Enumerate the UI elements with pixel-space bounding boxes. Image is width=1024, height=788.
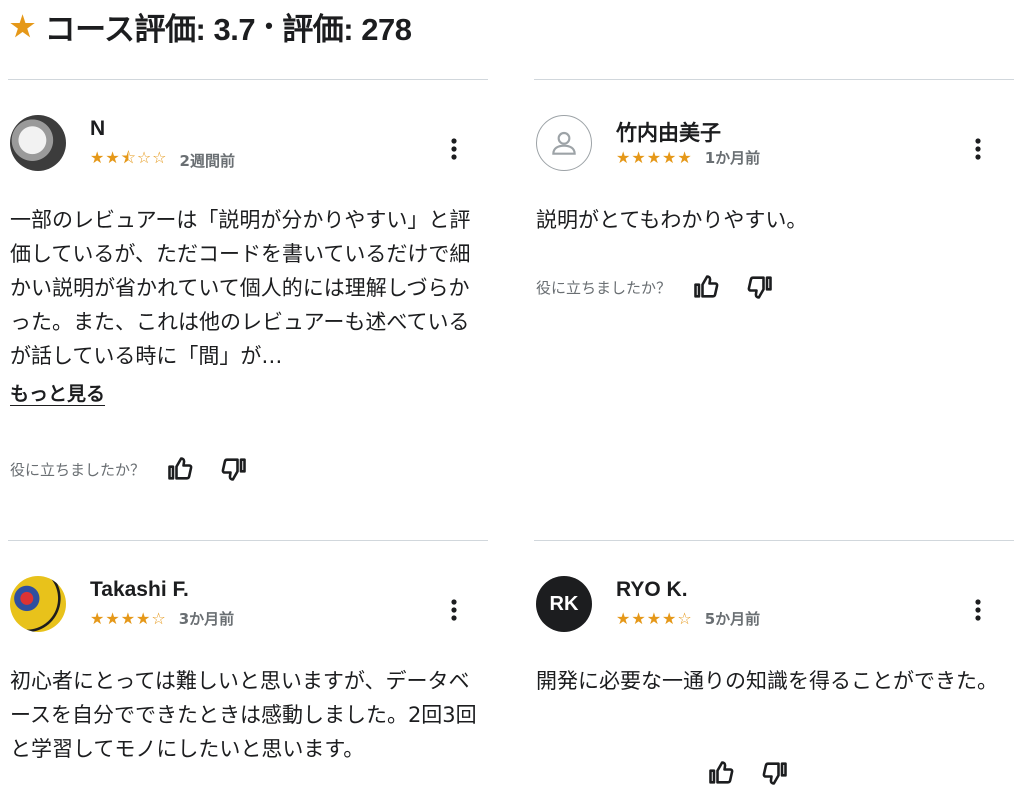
star-rating: ★★★★☆ bbox=[90, 609, 167, 628]
helpful-question: 役に立ちましたか？ bbox=[10, 460, 146, 479]
rating-count-label: 評価: 278 bbox=[282, 11, 412, 47]
review-time: 2週間前 bbox=[179, 152, 235, 170]
review-text: 開発に必要な一通りの知識を得ることができた。 bbox=[536, 669, 998, 693]
divider bbox=[8, 540, 488, 541]
review-time: 5か月前 bbox=[704, 610, 761, 628]
user-icon bbox=[552, 131, 576, 155]
header-separator: • bbox=[265, 13, 273, 38]
star-rating: ★★★★☆ bbox=[616, 609, 693, 628]
review-card: Takashi F. ★★★★☆ 3か月前 初心者にとっては難しいと思いますが、… bbox=[8, 540, 490, 761]
review-card: 竹内由美子 ★★★★★ 1か月前 説明がとてもわかりやすい。 役に立ちましたか？ bbox=[534, 79, 1016, 299]
divider bbox=[8, 79, 488, 80]
avatar bbox=[10, 576, 66, 632]
helpful-prompt bbox=[706, 758, 814, 788]
review-meta: ★★⯪☆☆ 2週間前 bbox=[90, 147, 235, 174]
divider bbox=[534, 79, 1014, 80]
review-card: N ★★⯪☆☆ 2週間前 一部のレビュアーは「説明が分かりやすい」と評価している… bbox=[8, 79, 490, 481]
thumbs-up-icon[interactable] bbox=[706, 758, 736, 788]
thumbs-up-icon[interactable] bbox=[691, 272, 721, 302]
avatar: RK bbox=[536, 576, 592, 632]
more-options-icon[interactable] bbox=[442, 598, 466, 622]
more-options-icon[interactable] bbox=[442, 137, 466, 161]
helpful-prompt: 役に立ちましたか？ bbox=[536, 272, 799, 302]
review-text: 説明がとてもわかりやすい。 bbox=[536, 208, 808, 232]
helpful-prompt: 役に立ちましたか？ bbox=[10, 454, 273, 484]
course-rating-label: コース評価: 3.7 bbox=[44, 11, 256, 47]
avatar bbox=[536, 115, 592, 171]
show-more-link[interactable]: もっと見る bbox=[10, 379, 105, 406]
reviewer-name: RYO K. bbox=[616, 578, 688, 601]
review-text: 一部のレビュアーは「説明が分かりやすい」と評価しているが、ただコードを書いている… bbox=[10, 208, 471, 368]
review-meta: ★★★★☆ 5か月前 bbox=[616, 608, 760, 629]
review-time: 3か月前 bbox=[178, 610, 235, 628]
star-rating: ★★★★★ bbox=[616, 148, 693, 167]
thumbs-down-icon[interactable] bbox=[760, 758, 790, 788]
reviewer-name: Takashi F. bbox=[90, 578, 189, 601]
thumbs-down-icon[interactable] bbox=[219, 454, 249, 484]
reviewer-name: 竹内由美子 bbox=[616, 122, 721, 145]
divider bbox=[534, 540, 1014, 541]
review-meta: ★★★★★ 1か月前 bbox=[616, 147, 760, 168]
review-text: 初心者にとっては難しいと思いますが、データベースを自分でできたときは感動しました… bbox=[10, 669, 477, 761]
thumbs-up-icon[interactable] bbox=[165, 454, 195, 484]
review-card: RK RYO K. ★★★★☆ 5か月前 開発に必要な一通りの知識を得ることがで… bbox=[534, 540, 1016, 785]
reviewer-name: N bbox=[90, 117, 106, 140]
star-icon: ★ bbox=[10, 10, 35, 42]
course-rating-header: ★ コース評価: 3.7 • 評価: 278 bbox=[10, 6, 412, 47]
review-meta: ★★★★☆ 3か月前 bbox=[90, 608, 234, 629]
more-options-icon[interactable] bbox=[966, 598, 990, 622]
avatar bbox=[10, 115, 66, 171]
thumbs-down-icon[interactable] bbox=[745, 272, 775, 302]
star-rating: ★★⯪☆☆ bbox=[90, 148, 168, 167]
more-options-icon[interactable] bbox=[966, 137, 990, 161]
review-time: 1か月前 bbox=[704, 149, 761, 167]
helpful-question: 役に立ちましたか？ bbox=[536, 278, 672, 297]
